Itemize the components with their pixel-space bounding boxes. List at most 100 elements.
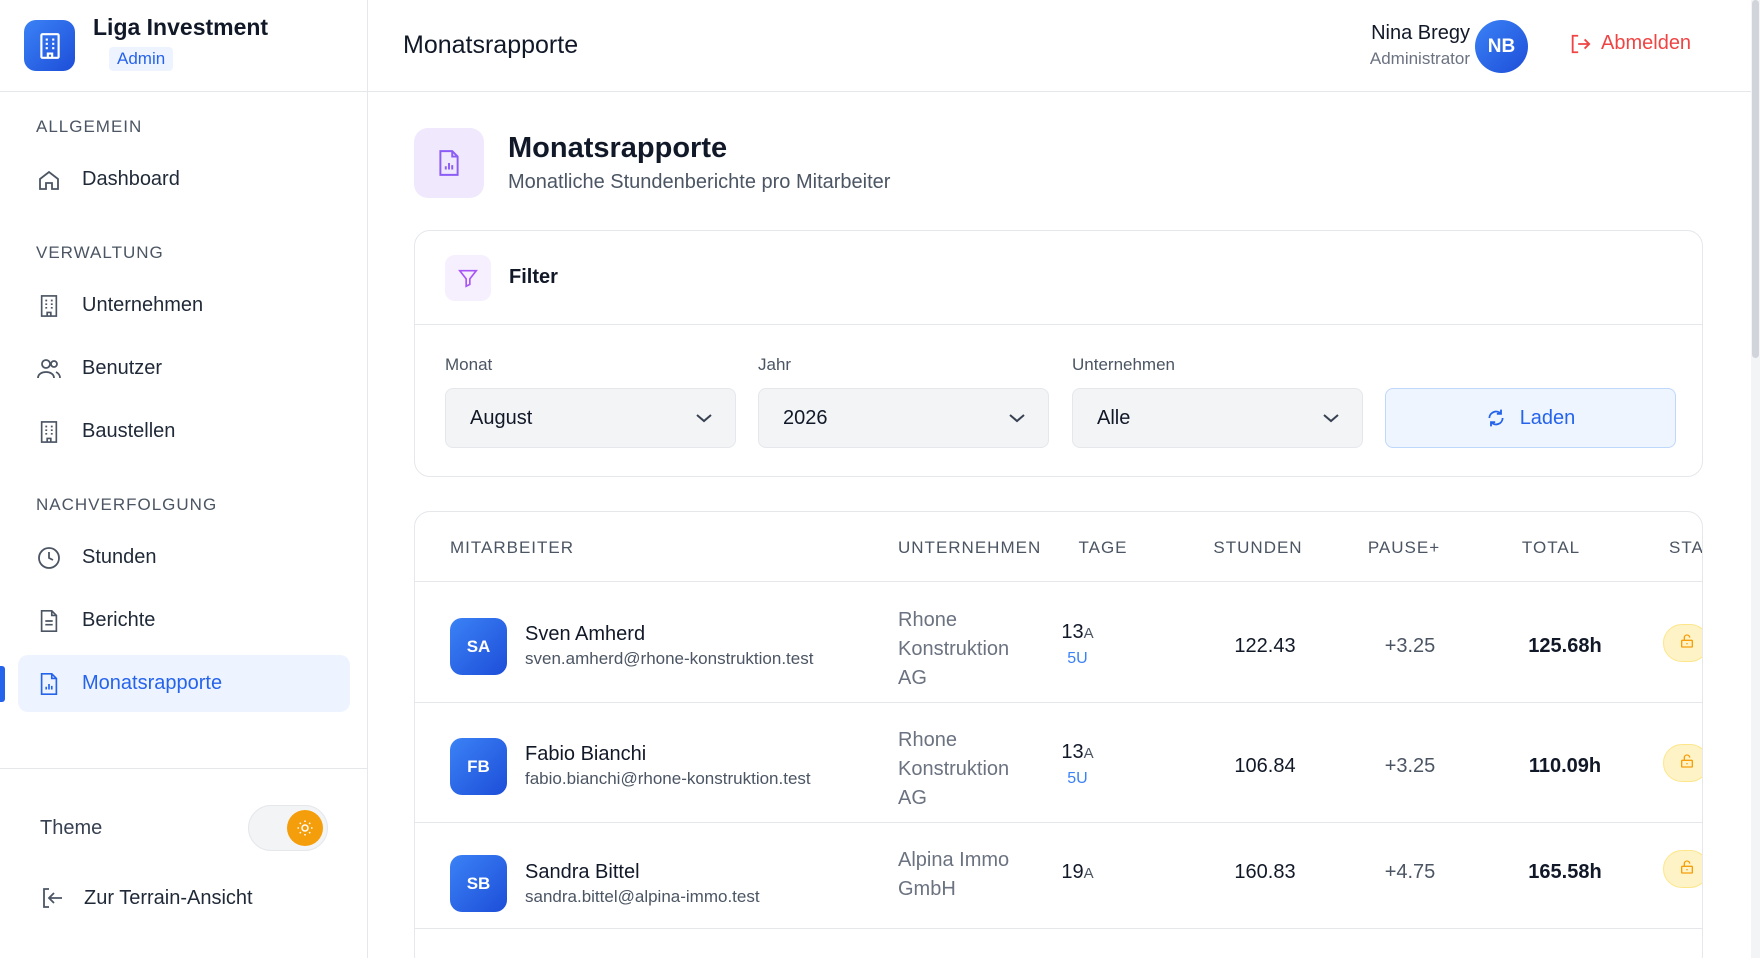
month-select[interactable]: August <box>445 388 736 448</box>
pause-value: +4.75 <box>1384 861 1436 883</box>
sidebar-item-benutzer[interactable]: Benutzer <box>18 340 350 397</box>
company-line: Rhone <box>898 609 957 631</box>
login-icon <box>40 886 66 910</box>
filter-header: Filter <box>415 231 1702 325</box>
document-icon <box>36 608 62 634</box>
pause-value: +3.25 <box>1384 635 1436 657</box>
employee-email: fabio.bianchi@rhone-konstruktion.test <box>525 769 811 788</box>
company-line: AG <box>898 667 927 689</box>
sun-icon <box>287 810 323 846</box>
column-header-stunden[interactable]: STUNDEN <box>1213 538 1302 558</box>
employee-company: Alpina Immo GmbH <box>898 846 1058 904</box>
terrain-view-link[interactable]: Zur Terrain-Ansicht <box>40 886 253 910</box>
column-header-total[interactable]: TOTAL <box>1522 538 1580 558</box>
employee-email: sandra.bittel@alpina-immo.test <box>525 887 760 906</box>
column-header-pause[interactable]: PAUSE+ <box>1368 538 1440 558</box>
hours-value: 122.43 <box>1234 635 1296 657</box>
company-line: AG <box>898 787 927 809</box>
unlock-icon <box>1679 633 1695 654</box>
employee-avatar: SA <box>450 618 507 675</box>
logout-icon <box>1569 33 1591 55</box>
avatar[interactable]: NB <box>1475 20 1528 73</box>
company-line: Konstruktion <box>898 758 1010 780</box>
sidebar: Liga Investment Admin ALLGEMEIN Dashboar… <box>0 0 368 958</box>
chart-document-icon <box>36 671 62 697</box>
section-label-allgemein: ALLGEMEIN <box>36 117 143 136</box>
unlock-icon <box>1679 859 1695 880</box>
filter-icon <box>445 254 491 301</box>
sidebar-item-monatsrapporte[interactable]: Monatsrapporte <box>18 655 350 712</box>
employee-name: Sven Amherd <box>525 623 646 645</box>
sidebar-item-label: Berichte <box>82 609 156 631</box>
chevron-down-icon <box>695 407 713 430</box>
company-line: GmbH <box>898 878 956 900</box>
days-value: 19 <box>1061 861 1084 883</box>
sidebar-item-stunden[interactable]: Stunden <box>18 529 350 586</box>
report-table: MITARBEITER UNTERNEHMEN TAGE STUNDEN PAU… <box>414 511 1703 958</box>
days-count: 13A <box>1055 741 1100 764</box>
building-icon <box>36 419 62 445</box>
company-line: Rhone <box>898 729 957 751</box>
employee-email: sven.amherd@rhone-konstruktion.test <box>525 649 814 668</box>
clock-icon <box>36 545 62 571</box>
scrollbar[interactable] <box>1751 0 1760 958</box>
days-value: 13 <box>1061 741 1084 763</box>
theme-row: Theme <box>40 798 328 858</box>
sidebar-item-label: Unternehmen <box>82 294 204 316</box>
load-button[interactable]: Laden <box>1385 388 1676 448</box>
year-label: Jahr <box>758 355 792 374</box>
filter-title: Filter <box>509 266 558 288</box>
chevron-down-icon <box>1322 407 1340 430</box>
days-suffix: A <box>1083 745 1094 762</box>
company-select[interactable]: Alle <box>1072 388 1363 448</box>
sidebar-item-baustellen[interactable]: Baustellen <box>18 403 350 460</box>
theme-toggle[interactable] <box>248 805 328 851</box>
load-label: Laden <box>1519 406 1576 429</box>
sidebar-item-dashboard[interactable]: Dashboard <box>18 151 350 208</box>
days-suffix: A <box>1083 865 1094 882</box>
employee-avatar: SB <box>450 855 507 912</box>
year-value: 2026 <box>783 406 828 429</box>
user-name: Nina Bregy <box>1371 22 1470 44</box>
table-row[interactable]: FB Fabio Bianchi fabio.bianchi@rhone-kon… <box>415 703 1702 823</box>
terrain-label: Zur Terrain-Ansicht <box>84 886 253 909</box>
app-root: Liga Investment Admin ALLGEMEIN Dashboar… <box>0 0 1760 958</box>
column-header-status[interactable]: STA <box>1669 538 1702 558</box>
page-subtitle: Monatliche Stundenberichte pro Mitarbeit… <box>508 171 891 193</box>
days-u: 5U <box>1067 770 1088 787</box>
refresh-icon <box>1486 408 1506 428</box>
company-label: Unternehmen <box>1072 355 1176 374</box>
column-header-unternehmen[interactable]: UNTERNEHMEN <box>898 538 1041 558</box>
table-row[interactable]: SA Sven Amherd sven.amherd@rhone-konstru… <box>415 583 1702 703</box>
theme-label: Theme <box>40 816 103 839</box>
lock-status-button[interactable] <box>1663 850 1702 888</box>
lock-status-button[interactable] <box>1663 744 1702 782</box>
month-label: Monat <box>445 355 493 374</box>
building-icon <box>36 293 62 319</box>
page-title: Monatsrapporte <box>508 132 728 164</box>
sidebar-item-berichte[interactable]: Berichte <box>18 592 350 649</box>
chart-document-icon <box>414 128 484 198</box>
days-count: 13A <box>1055 621 1100 644</box>
sidebar-item-unternehmen[interactable]: Unternehmen <box>18 277 350 334</box>
user-info: Nina Bregy Administrator <box>1370 22 1470 69</box>
hours-value: 106.84 <box>1234 755 1296 777</box>
table-row[interactable]: SB Sandra Bittel sandra.bittel@alpina-im… <box>415 823 1702 929</box>
total-value: 125.68h <box>1528 635 1602 657</box>
employee-name: Sandra Bittel <box>525 861 640 883</box>
logout-label: Abmelden <box>1601 32 1692 54</box>
chevron-down-icon <box>1008 407 1026 430</box>
lock-status-button[interactable] <box>1663 624 1702 662</box>
user-role: Administrator <box>1369 49 1470 68</box>
building-icon <box>24 20 75 71</box>
column-header-tage[interactable]: TAGE <box>1078 538 1127 558</box>
sidebar-item-label: Monatsrapporte <box>82 672 223 694</box>
company-value: Alle <box>1097 406 1131 429</box>
days-suffix: A <box>1083 625 1094 642</box>
table-header: MITARBEITER UNTERNEHMEN TAGE STUNDEN PAU… <box>415 512 1702 582</box>
scrollbar-thumb[interactable] <box>1752 0 1759 358</box>
sidebar-item-label: Benutzer <box>82 357 163 379</box>
year-select[interactable]: 2026 <box>758 388 1049 448</box>
logout-button[interactable]: Abmelden <box>1569 32 1691 55</box>
column-header-mitarbeiter[interactable]: MITARBEITER <box>450 538 574 558</box>
